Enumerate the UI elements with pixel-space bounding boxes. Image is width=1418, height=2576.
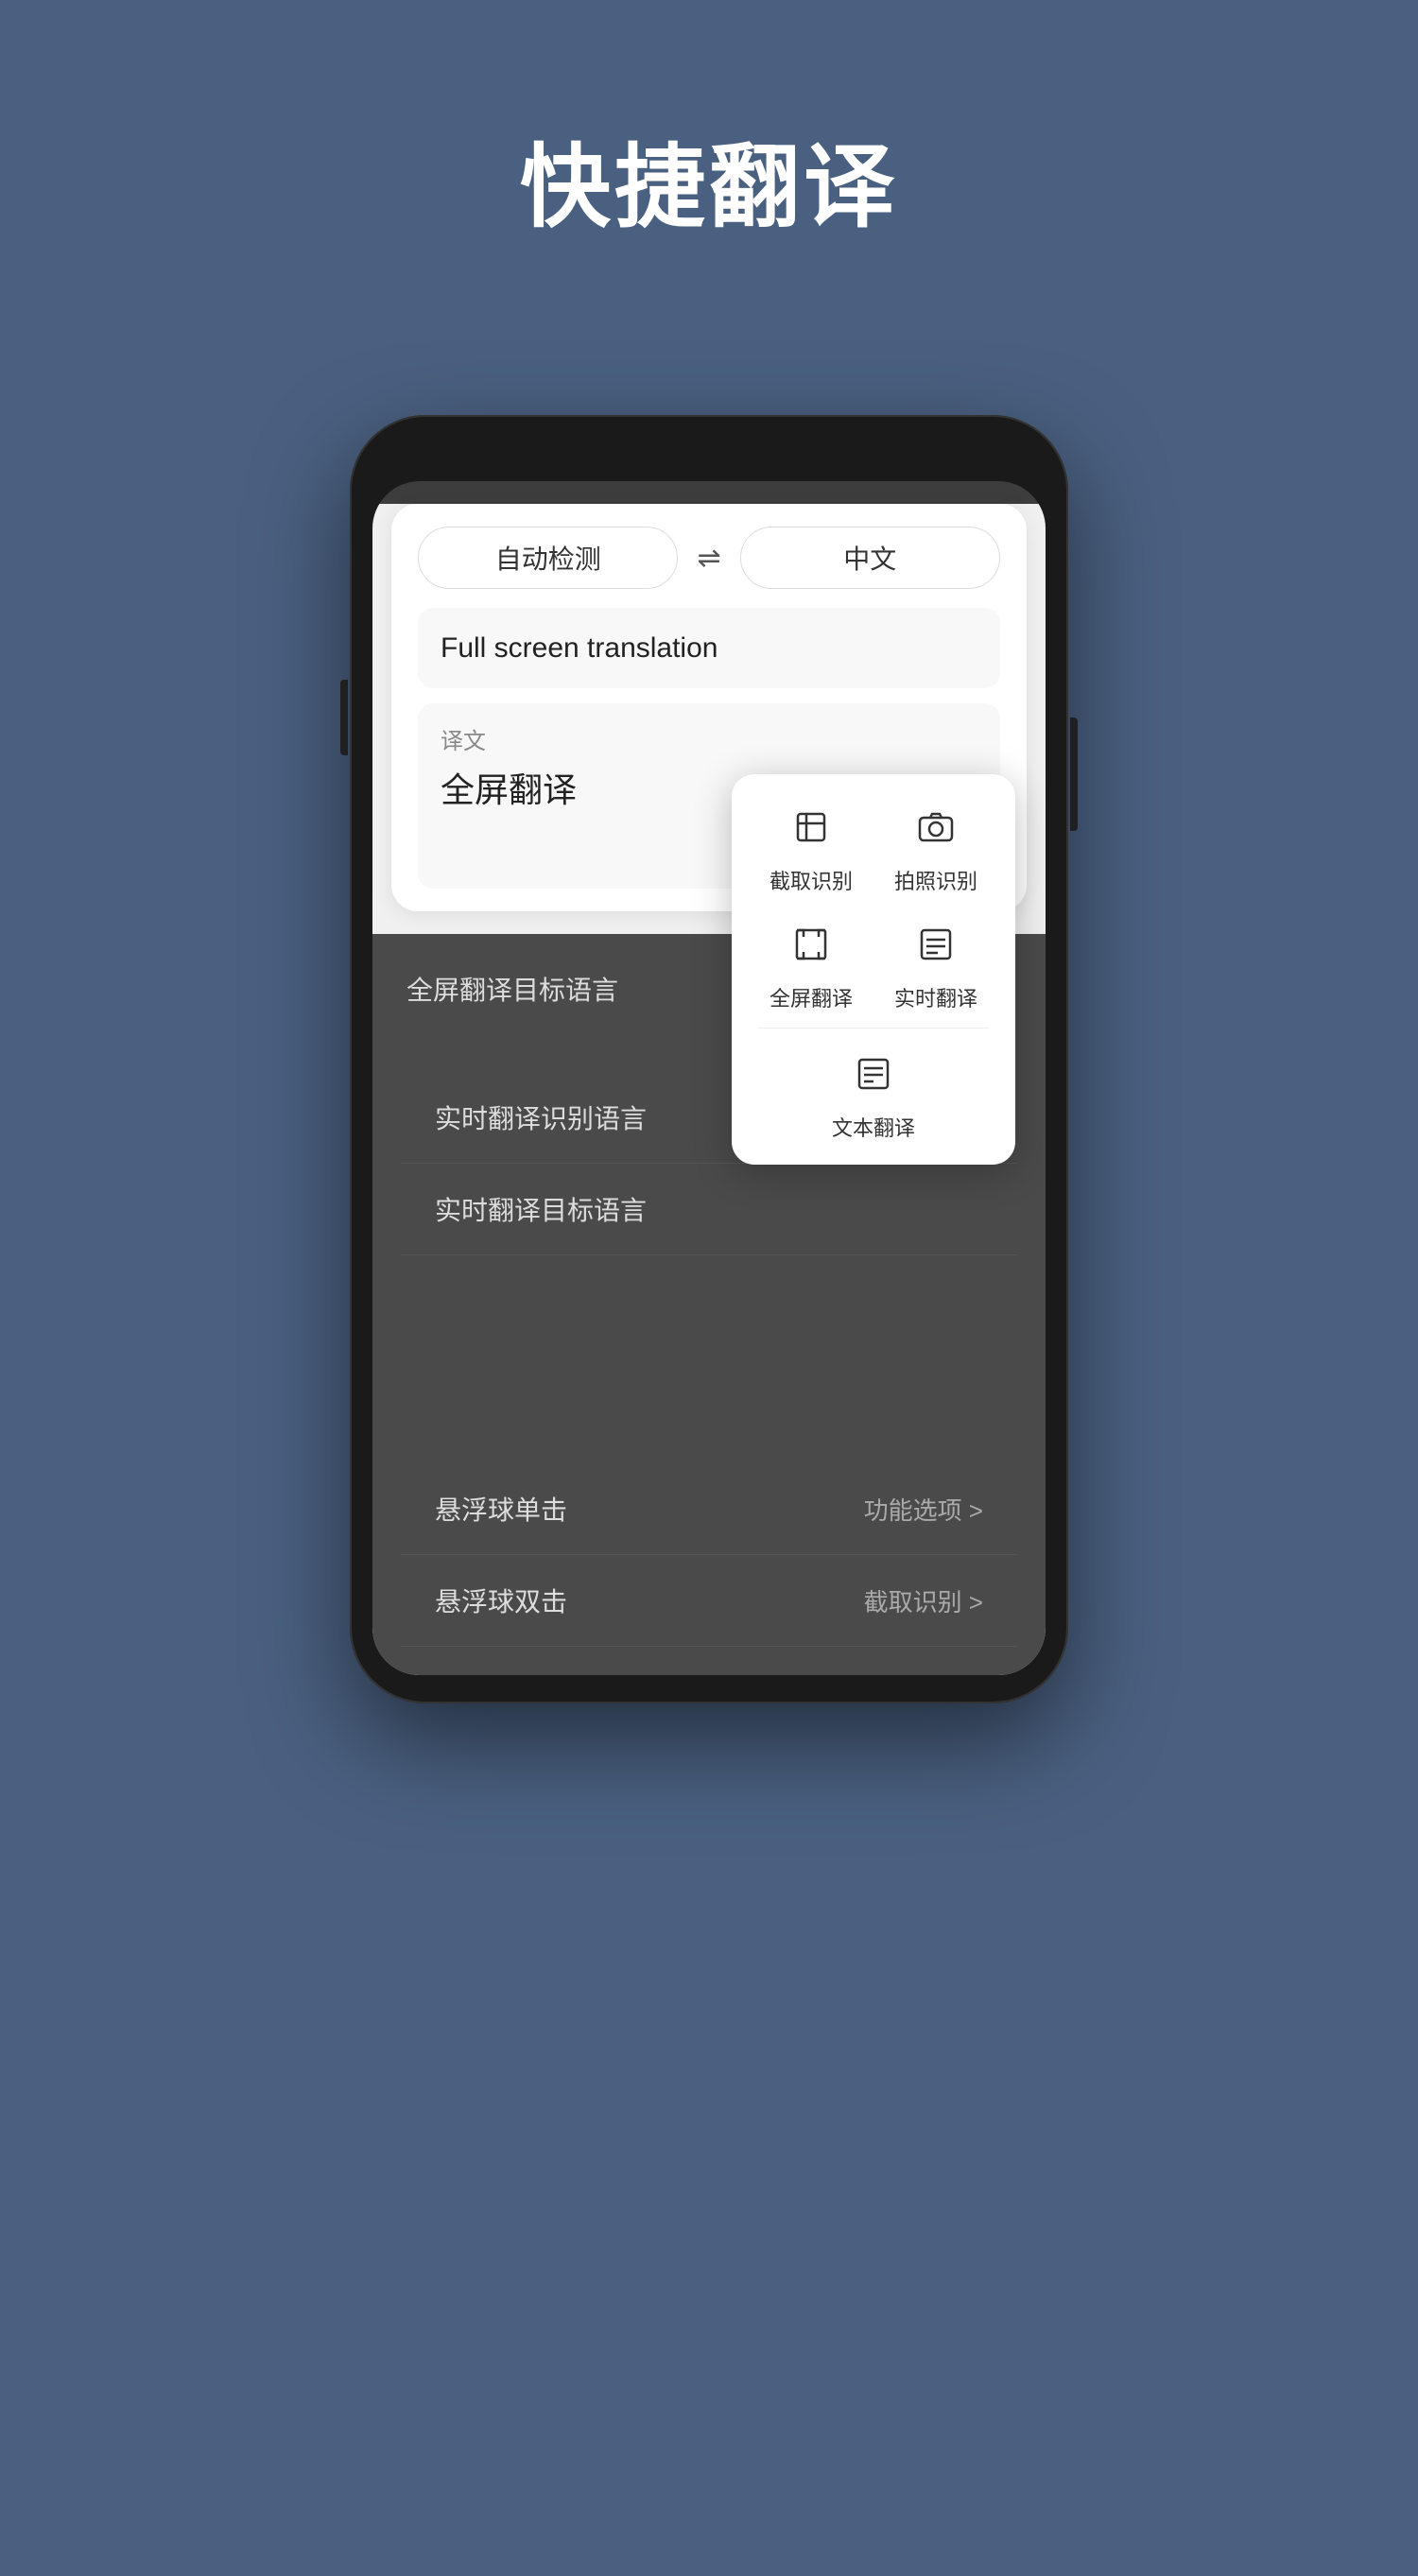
screenshot-label: 截取识别 — [770, 865, 853, 895]
fullscreen-icon — [781, 914, 841, 975]
float-ball-settings: 悬浮球单击 功能选项 > 悬浮球双击 截取识别 > — [401, 1463, 1017, 1647]
float-ball-single-click-row[interactable]: 悬浮球单击 功能选项 > — [401, 1463, 1017, 1555]
input-text: Full screen translation — [441, 627, 977, 669]
realtime-lang-label: 实时翻译识别语言 — [435, 1098, 647, 1136]
phone-notch — [633, 443, 785, 470]
output-label: 译文 — [441, 722, 977, 755]
float-ball-double-click-row[interactable]: 悬浮球双击 截取识别 > — [401, 1555, 1017, 1647]
screenshot-icon — [781, 797, 841, 857]
swap-icon[interactable]: ⇌ — [697, 542, 720, 575]
float-ball-double-label: 悬浮球双击 — [435, 1582, 567, 1619]
float-ball-single-label: 悬浮球单击 — [435, 1490, 567, 1528]
realtime-target-row[interactable]: 实时翻译目标语言 — [401, 1164, 1017, 1255]
page-title: 快捷翻译 — [520, 113, 898, 245]
quick-actions-popup: 截取识别 — [732, 774, 1015, 1165]
input-area[interactable]: Full screen translation — [418, 608, 1000, 688]
camera-icon — [906, 797, 966, 857]
screenshot-recognize-item[interactable]: 截取识别 — [758, 797, 864, 895]
volume-button — [340, 680, 348, 755]
fullscreen-translate-item[interactable]: 全屏翻译 — [758, 914, 864, 1012]
target-lang-button[interactable]: 中文 — [740, 527, 1000, 589]
camera-label: 拍照识别 — [894, 865, 977, 895]
realtime-icon — [906, 914, 966, 975]
text-translate-label: 文本翻译 — [832, 1112, 915, 1142]
lang-selector-row: 自动检测 ⇌ 中文 — [418, 527, 1000, 589]
float-ball-single-value: 功能选项 > — [864, 1492, 983, 1527]
app-content: 自动检测 ⇌ 中文 Full screen translation 译文 全屏翻… — [372, 504, 1046, 1675]
realtime-translate-item[interactable]: 实时翻译 — [883, 914, 989, 1012]
phone-frame: 自动检测 ⇌ 中文 Full screen translation 译文 全屏翻… — [350, 415, 1068, 1703]
text-icon — [843, 1044, 904, 1104]
fullscreen-translate-label: 全屏翻译 — [770, 982, 853, 1012]
phone-screen: 自动检测 ⇌ 中文 Full screen translation 译文 全屏翻… — [372, 481, 1046, 1675]
text-translate-item[interactable]: 文本翻译 — [758, 1028, 989, 1142]
float-ball-double-value: 截取识别 > — [864, 1583, 983, 1618]
camera-recognize-item[interactable]: 拍照识别 — [883, 797, 989, 895]
power-button — [1070, 717, 1078, 831]
realtime-target-label: 实时翻译目标语言 — [435, 1190, 647, 1228]
source-lang-button[interactable]: 自动检测 — [418, 527, 678, 589]
quick-actions-grid: 截取识别 — [758, 797, 989, 1012]
realtime-translate-label: 实时翻译 — [894, 982, 977, 1012]
phone-mockup: 自动检测 ⇌ 中文 Full screen translation 译文 全屏翻… — [350, 415, 1068, 1703]
fullscreen-lang-label: 全屏翻译目标语言 — [406, 970, 618, 1008]
